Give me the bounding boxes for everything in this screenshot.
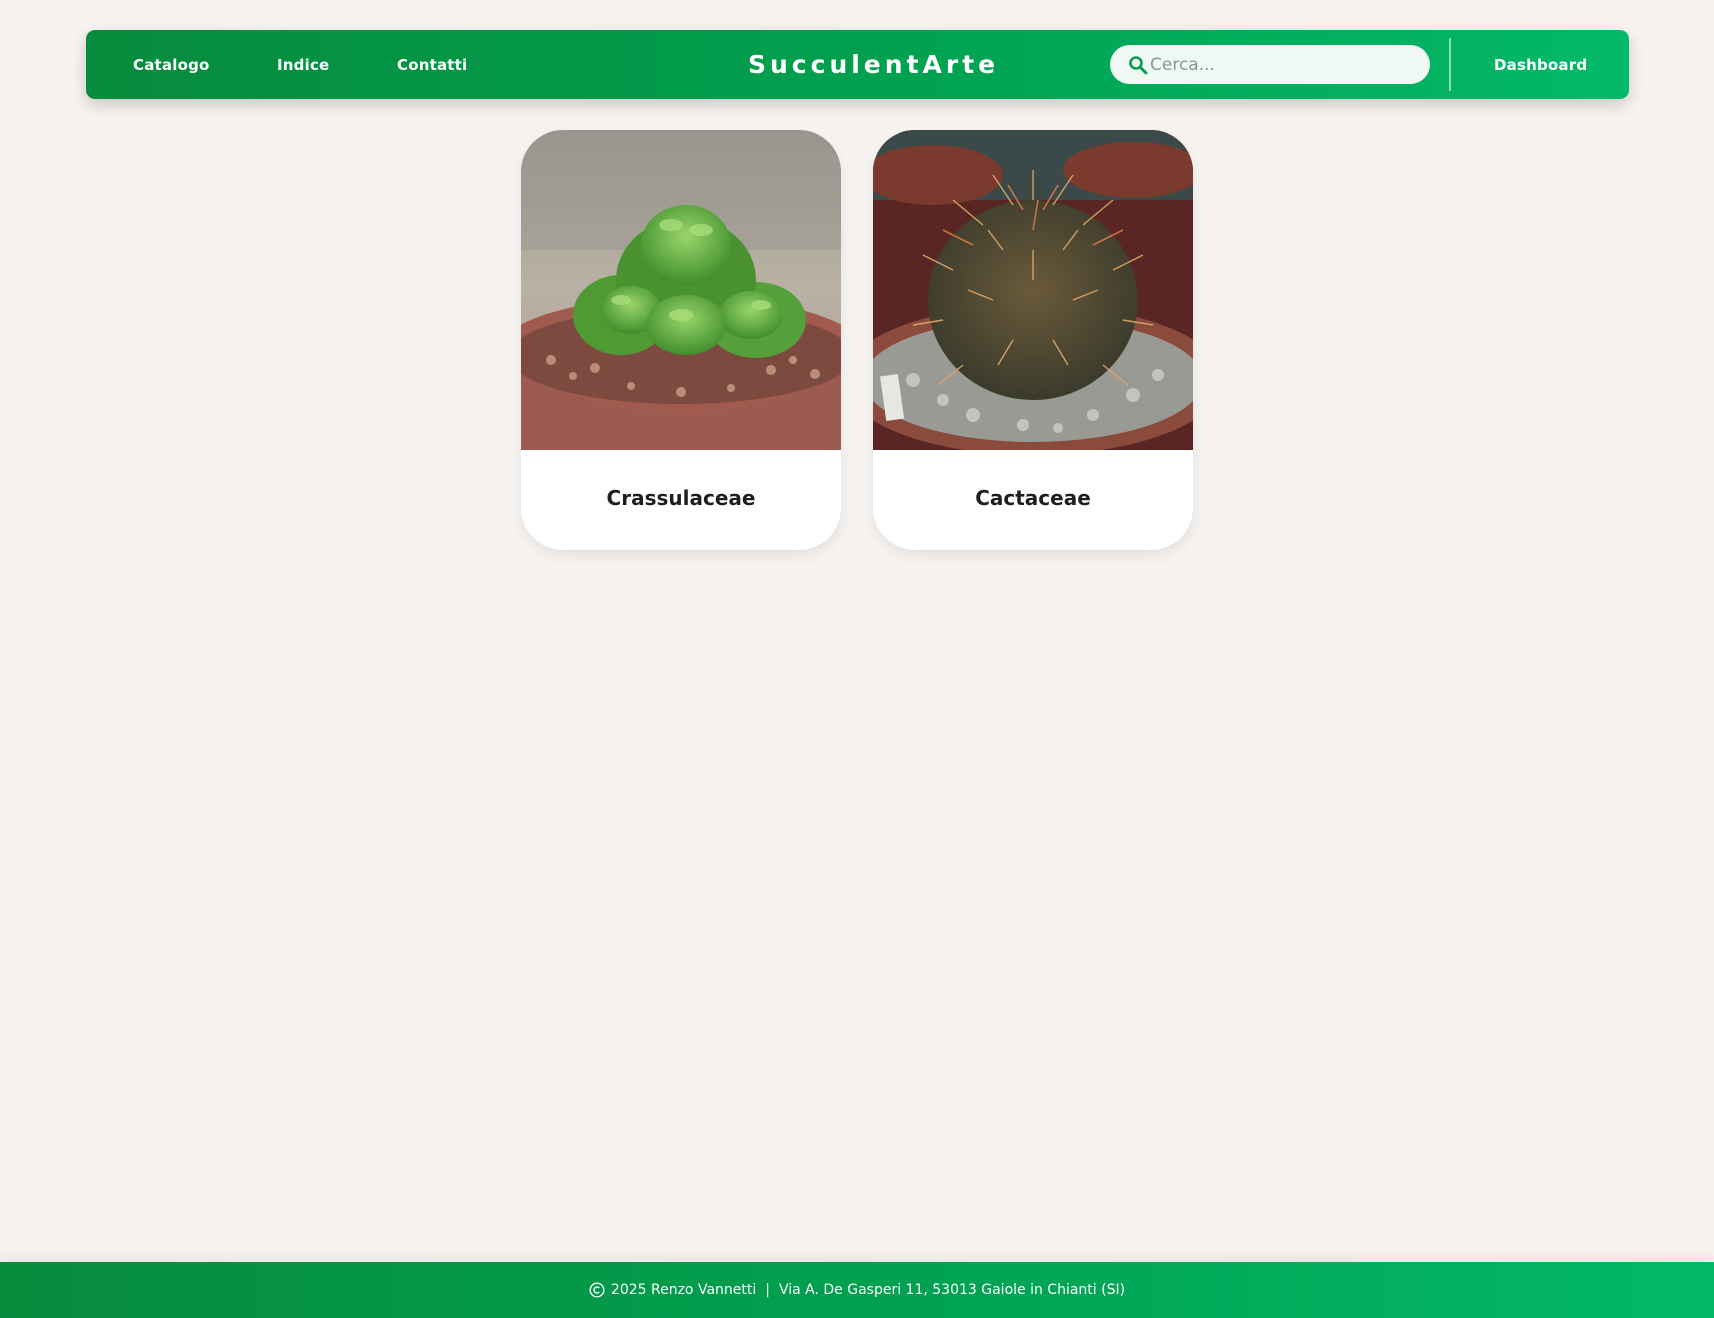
- footer-copyright: 2025 Renzo Vannetti: [610, 1282, 757, 1298]
- copyright-icon: [589, 1282, 605, 1298]
- footer-separator: |: [765, 1282, 770, 1298]
- card-title: Crassulaceae: [606, 486, 756, 510]
- brand-logo[interactable]: SucculentArte: [726, 30, 1156, 99]
- nav-divider: [1449, 38, 1451, 91]
- nav-link-dashboard[interactable]: Dashboard: [1494, 30, 1587, 99]
- footer-address: Via A. De Gasperi 11, 53013 Gaiole in Ch…: [778, 1282, 1126, 1298]
- succulent-rosette-photo: [521, 130, 841, 450]
- card-title: Cactaceae: [975, 486, 1091, 510]
- search-box[interactable]: [1110, 45, 1430, 84]
- category-card-crassulaceae[interactable]: Crassulaceae: [521, 130, 841, 550]
- barrel-cactus-photo: [873, 130, 1193, 450]
- category-card-cactaceae[interactable]: Cactaceae: [873, 130, 1193, 550]
- search-icon: [1128, 55, 1148, 75]
- nav-link-catalogo[interactable]: Catalogo: [133, 56, 210, 74]
- page-footer: 2025 Renzo Vannetti | Via A. De Gasperi …: [0, 1262, 1714, 1318]
- search-input[interactable]: [1150, 54, 1410, 75]
- nav-link-indice[interactable]: Indice: [277, 56, 329, 74]
- nav-link-contatti[interactable]: Contatti: [397, 56, 467, 74]
- top-navbar: Catalogo Indice Contatti SucculentArte D…: [86, 30, 1629, 99]
